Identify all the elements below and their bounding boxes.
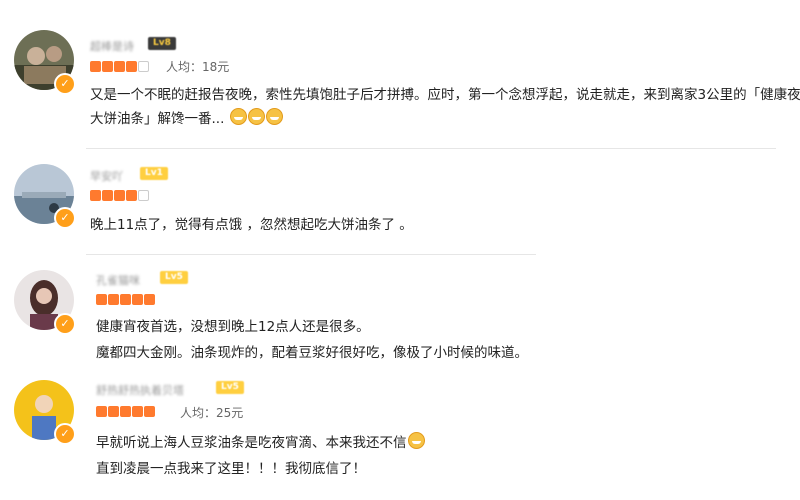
review-text-line-2: 魔都四大金刚。油条现炸的，配着豆浆好很好吃，像极了小时候的味道。 <box>96 345 528 361</box>
review-text: 晚上11点了，觉得有点饿 ，忽然想起吃大饼油条了 。 <box>90 217 413 233</box>
star-empty-icon <box>138 61 149 72</box>
username[interactable]: 早安吖 <box>90 168 123 184</box>
star-rating <box>96 406 155 417</box>
star-rating <box>90 190 149 201</box>
grin-emoji-icon <box>265 108 283 125</box>
star-filled-icon <box>108 406 119 417</box>
verified-badge-icon: ✓ <box>54 207 76 229</box>
star-filled-icon <box>120 294 131 305</box>
grin-emoji-icon <box>229 108 247 125</box>
review-item: ✓ 早安吖 Lv1 晚上11点了，觉得有点饿 ，忽然想起吃大饼油条了 。 <box>0 150 800 260</box>
surprised-emoji-icon <box>407 432 425 449</box>
star-filled-icon <box>132 406 143 417</box>
star-filled-icon <box>114 61 125 72</box>
star-filled-icon <box>96 406 107 417</box>
per-capita-price: 人均：18元 <box>166 60 230 74</box>
star-filled-icon <box>132 294 143 305</box>
username[interactable]: 孔雀猫咪 <box>96 272 140 288</box>
verified-badge-icon: ✓ <box>54 313 76 335</box>
star-rating <box>90 61 149 72</box>
username[interactable]: 超棒是诗 <box>90 38 134 54</box>
star-filled-icon <box>144 294 155 305</box>
verified-badge-icon: ✓ <box>54 73 76 95</box>
level-badge: Lv5 <box>216 381 244 394</box>
level-badge: Lv5 <box>160 271 188 284</box>
divider <box>86 148 776 149</box>
username[interactable]: 舒热舒热执着贝塔 <box>96 382 184 398</box>
star-empty-icon <box>138 190 149 201</box>
verified-badge-icon: ✓ <box>54 423 76 445</box>
star-filled-icon <box>144 406 155 417</box>
star-filled-icon <box>108 294 119 305</box>
review-text-line-2: 直到凌晨一点我来了这里！！！我彻底信了！ <box>96 461 366 477</box>
star-filled-icon <box>90 190 101 201</box>
review-item: ✓ 舒热舒热执着贝塔 Lv5 人均：25元 早就听说上海人豆浆油条是吃夜宵滴、本… <box>0 370 800 500</box>
per-capita-price: 人均：25元 <box>180 406 244 420</box>
level-badge: Lv1 <box>140 167 168 180</box>
star-filled-icon <box>102 190 113 201</box>
review-item: ✓ 孔雀猫咪 Lv5 健康宵夜首选，没想到晚上12点人还是很多。 魔都四大金刚。… <box>0 260 800 370</box>
star-filled-icon <box>114 190 125 201</box>
star-filled-icon <box>120 406 131 417</box>
star-rating <box>96 294 155 305</box>
review-item: ✓ 超棒是诗 Lv8 人均：18元 又是一个不眠的赶报告夜晚，索性先填饱肚子后才… <box>0 0 800 150</box>
star-filled-icon <box>126 61 137 72</box>
review-text-line-1: 早就听说上海人豆浆油条是吃夜宵滴、本来我还不信 <box>96 430 425 456</box>
grin-emoji-icon <box>247 108 265 125</box>
review-text-line-1: 健康宵夜首选，没想到晚上12点人还是很多。 <box>96 319 370 335</box>
star-filled-icon <box>126 190 137 201</box>
level-badge: Lv8 <box>148 37 176 50</box>
review-text-line-1: 又是一个不眠的赶报告夜晚，索性先填饱肚子后才拼搏。应时，第一个念想浮起，说走就走… <box>90 87 800 103</box>
review-text-line-2: 大饼油条」解馋一番... <box>90 106 283 132</box>
star-filled-icon <box>90 61 101 72</box>
star-filled-icon <box>102 61 113 72</box>
divider <box>86 254 536 255</box>
star-filled-icon <box>96 294 107 305</box>
